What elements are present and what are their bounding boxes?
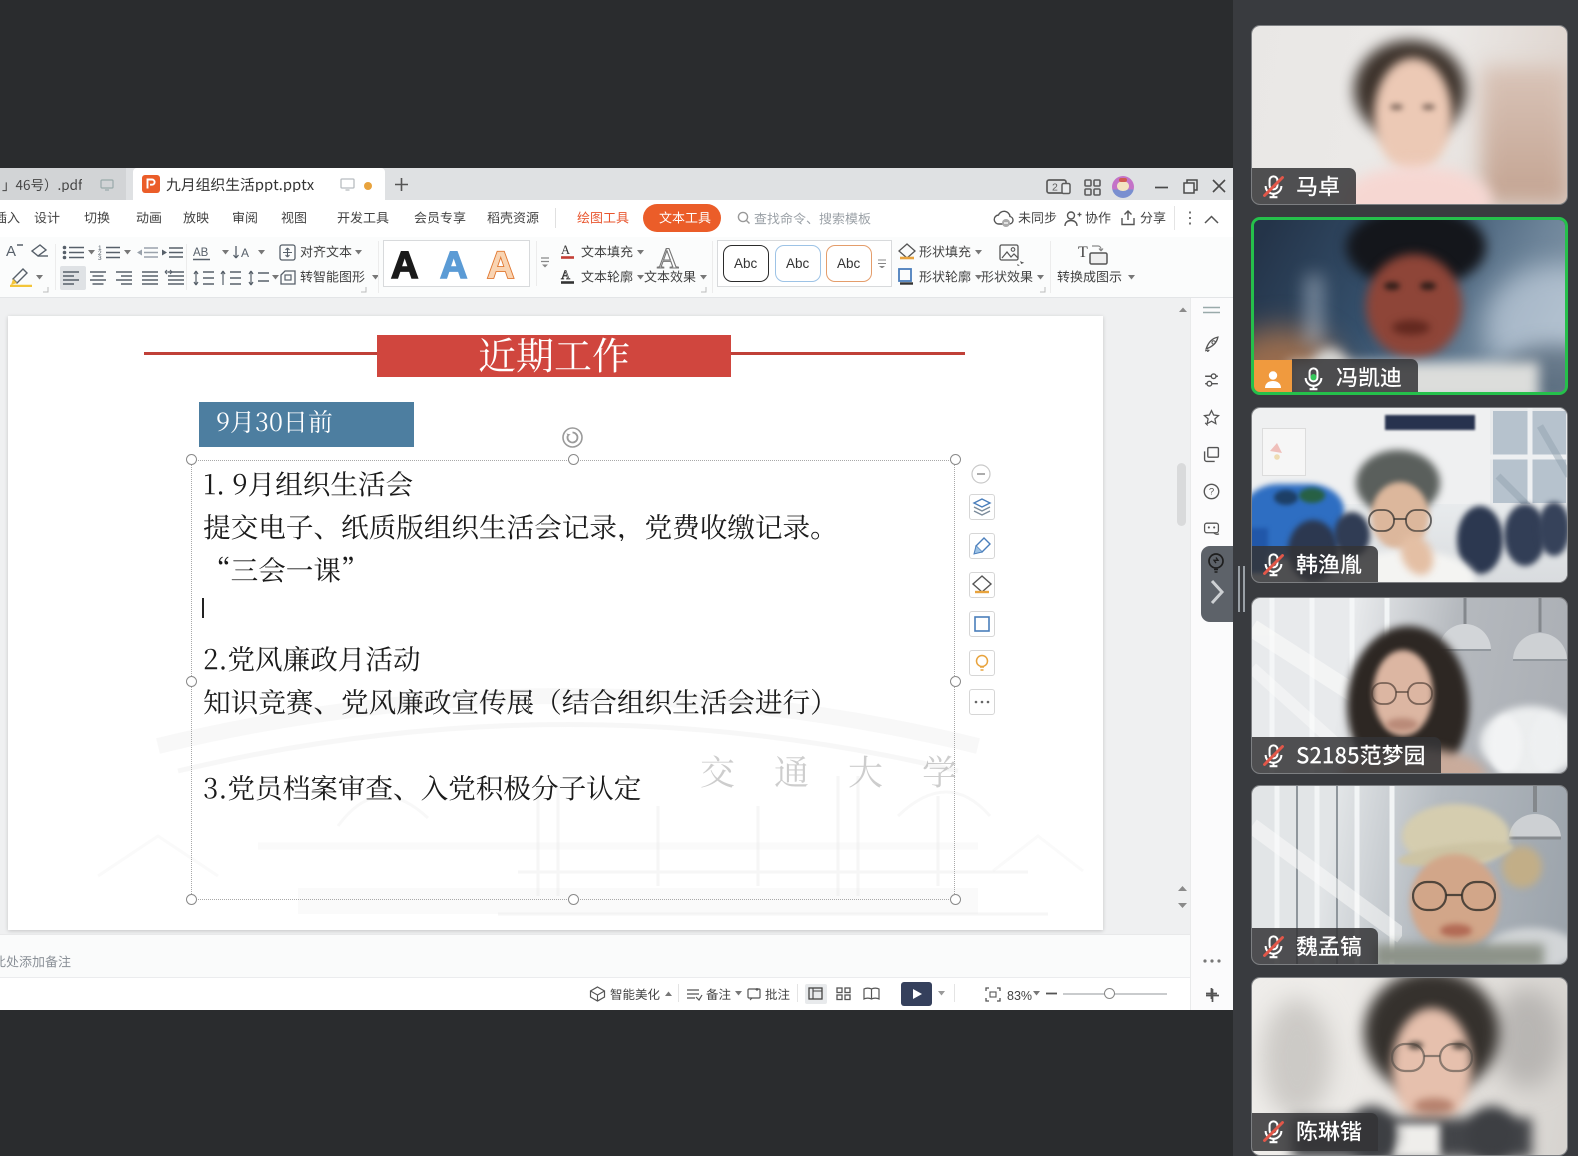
- svg-text:AB: AB: [193, 247, 209, 259]
- svg-text:3: 3: [98, 255, 102, 260]
- svg-text:A: A: [391, 245, 418, 286]
- svg-text:?: ?: [1209, 487, 1214, 498]
- svg-text:2: 2: [1052, 182, 1058, 194]
- svg-text:A: A: [487, 245, 514, 286]
- svg-text:A: A: [241, 246, 249, 260]
- svg-text:A: A: [561, 268, 570, 282]
- svg-text:A: A: [440, 245, 467, 286]
- svg-text:T: T: [1078, 244, 1088, 261]
- svg-text:A: A: [561, 243, 570, 257]
